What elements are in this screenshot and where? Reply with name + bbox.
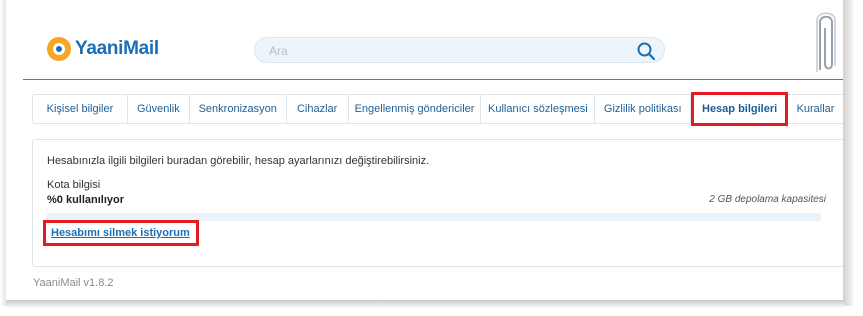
frame-shadow-right	[843, 0, 853, 306]
screenshot-frame: YaaniMail Kişisel bilgiler Güvenlik Senk…	[0, 0, 863, 316]
search-icon[interactable]	[636, 41, 656, 61]
tab-kurallar[interactable]: Kurallar	[788, 95, 843, 123]
tab-label: Güvenlik	[136, 103, 180, 115]
paperclip-icon	[816, 12, 836, 72]
tab-label: Senkronizasyon	[198, 103, 277, 115]
tab-label: Cihazlar	[296, 103, 338, 115]
tab-guvenlik[interactable]: Güvenlik	[128, 95, 190, 123]
app-version: YaaniMail v1.8.2	[33, 277, 114, 289]
tab-label: Gizlilik politikası	[603, 103, 682, 115]
app-logo[interactable]: YaaniMail	[47, 37, 159, 61]
tab-engellenmis-gondericiler[interactable]: Engellenmiş göndericiler	[349, 95, 482, 123]
logo-icon	[47, 37, 71, 61]
tab-cihazlar[interactable]: Cihazlar	[287, 95, 349, 123]
quota-title: Kota bilgisi	[47, 179, 101, 191]
delete-account-highlight: Hesabımı silmek istiyorum	[43, 220, 199, 246]
tab-label: Kurallar	[796, 103, 835, 115]
quota-usage: %0 kullanılıyor	[47, 194, 125, 206]
header-divider	[23, 79, 843, 80]
tab-kullanici-sozlesmesi[interactable]: Kullanıcı sözleşmesi	[481, 95, 596, 123]
account-info-panel: Hesabınızla ilgili bilgileri buradan gör…	[32, 139, 843, 267]
delete-account-link[interactable]: Hesabımı silmek istiyorum	[51, 227, 190, 239]
tab-label: Hesap bilgileri	[702, 103, 778, 115]
settings-page: YaaniMail Kişisel bilgiler Güvenlik Senk…	[6, 0, 843, 300]
settings-tabs: Kişisel bilgiler Güvenlik Senkronizasyon…	[32, 92, 843, 126]
tab-label: Engellenmiş göndericiler	[354, 103, 475, 115]
intro-text: Hesabınızla ilgili bilgileri buradan gör…	[47, 155, 430, 167]
tab-senkronizasyon[interactable]: Senkronizasyon	[190, 95, 287, 123]
tab-gizlilik-politikasi[interactable]: Gizlilik politikası	[595, 95, 692, 123]
tab-hesap-bilgileri[interactable]: Hesap bilgileri	[691, 92, 789, 126]
search-input[interactable]	[267, 42, 631, 60]
search-bar	[254, 37, 665, 63]
tab-label: Kullanıcı sözleşmesi	[488, 103, 588, 115]
tab-label: Kişisel bilgiler	[46, 103, 114, 115]
logo-text: YaaniMail	[75, 38, 159, 59]
frame-shadow-bottom	[6, 300, 845, 308]
storage-capacity: 2 GB depolama kapasitesi	[709, 194, 826, 205]
tab-kisisel-bilgiler[interactable]: Kişisel bilgiler	[33, 95, 128, 123]
